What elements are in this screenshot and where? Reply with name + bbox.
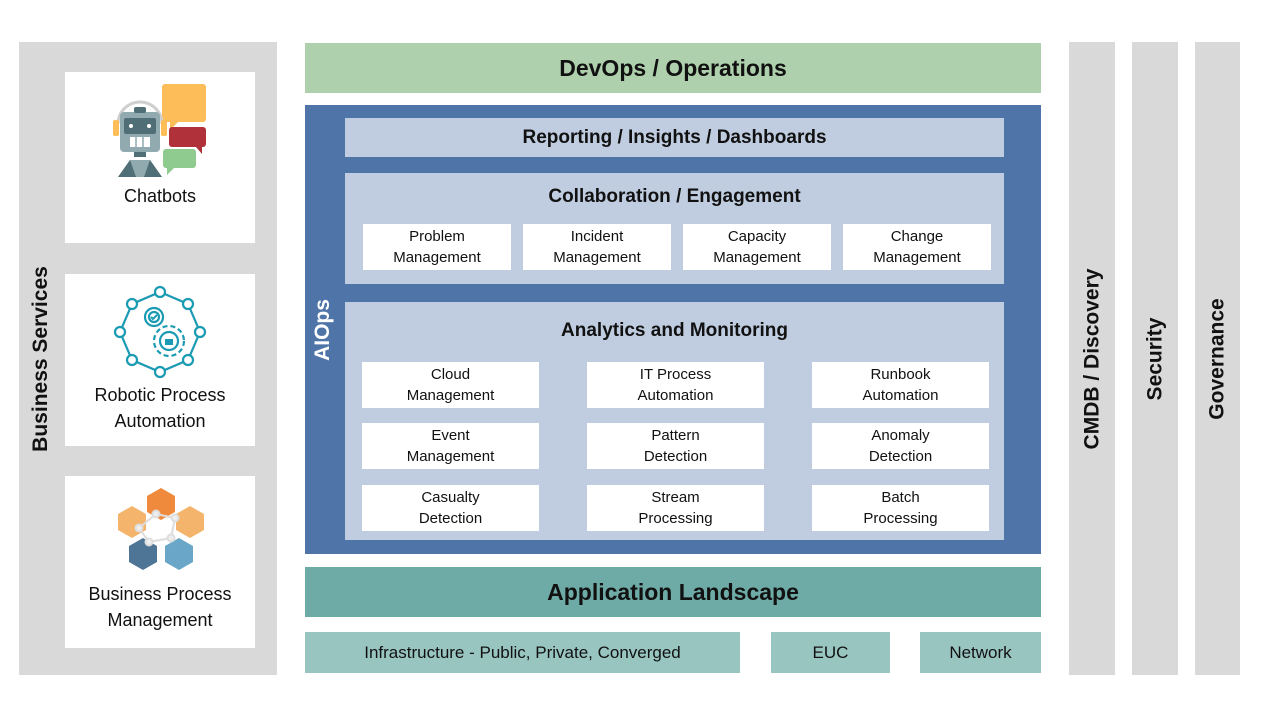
- collaboration-item: Incident Management: [523, 224, 671, 270]
- security-label: Security: [1143, 317, 1166, 400]
- business-services-label: Business Services: [19, 42, 63, 675]
- chatbots-card: Chatbots: [65, 72, 255, 243]
- gear-network-icon: [113, 285, 207, 379]
- analytics-item: Batch Processing: [812, 485, 989, 531]
- aiops-title: AIOps: [311, 298, 334, 361]
- rpa-label: Robotic Process Automation: [94, 385, 226, 431]
- cmdb-discovery-label: CMDB / Discovery: [1080, 268, 1104, 449]
- collaboration-item: Problem Management: [363, 224, 511, 270]
- infrastructure-box: Infrastructure - Public, Private, Conver…: [305, 632, 740, 673]
- aiops-label: AIOps: [305, 105, 341, 554]
- reporting-insights-dashboards-bar: Reporting / Insights / Dashboards: [345, 118, 1004, 157]
- hexagon-network-icon: [118, 488, 204, 570]
- analytics-item: Pattern Detection: [587, 423, 764, 469]
- rpa-card: Robotic Process Automation: [65, 274, 255, 446]
- analytics-item: IT Process Automation: [587, 362, 764, 408]
- chatbot-robot-icon: [113, 84, 206, 177]
- analytics-item: Stream Processing: [587, 485, 764, 531]
- analytics-item: Casualty Detection: [362, 485, 539, 531]
- collaboration-item: Change Management: [843, 224, 991, 270]
- analytics-item: Event Management: [362, 423, 539, 469]
- security-column: Security: [1132, 42, 1178, 675]
- analytics-item: Cloud Management: [362, 362, 539, 408]
- analytics-item: Anomaly Detection: [812, 423, 989, 469]
- collaboration-title: Collaboration / Engagement: [548, 186, 801, 207]
- cmdb-discovery-column: CMDB / Discovery: [1069, 42, 1115, 675]
- governance-label: Governance: [1205, 297, 1229, 420]
- governance-column: Governance: [1195, 42, 1240, 675]
- euc-box: EUC: [771, 632, 890, 673]
- bpm-card: Business Process Management: [65, 476, 255, 648]
- business-services-title: Business Services: [29, 265, 52, 452]
- chatbots-label: Chatbots: [123, 186, 197, 206]
- analytics-title: Analytics and Monitoring: [561, 320, 788, 341]
- collaboration-item: Capacity Management: [683, 224, 831, 270]
- devops-operations-bar: DevOps / Operations: [305, 43, 1041, 93]
- analytics-item: Runbook Automation: [812, 362, 989, 408]
- bpm-label: Business Process Management: [88, 584, 232, 630]
- network-box: Network: [920, 632, 1041, 673]
- application-landscape-bar: Application Landscape: [305, 567, 1041, 617]
